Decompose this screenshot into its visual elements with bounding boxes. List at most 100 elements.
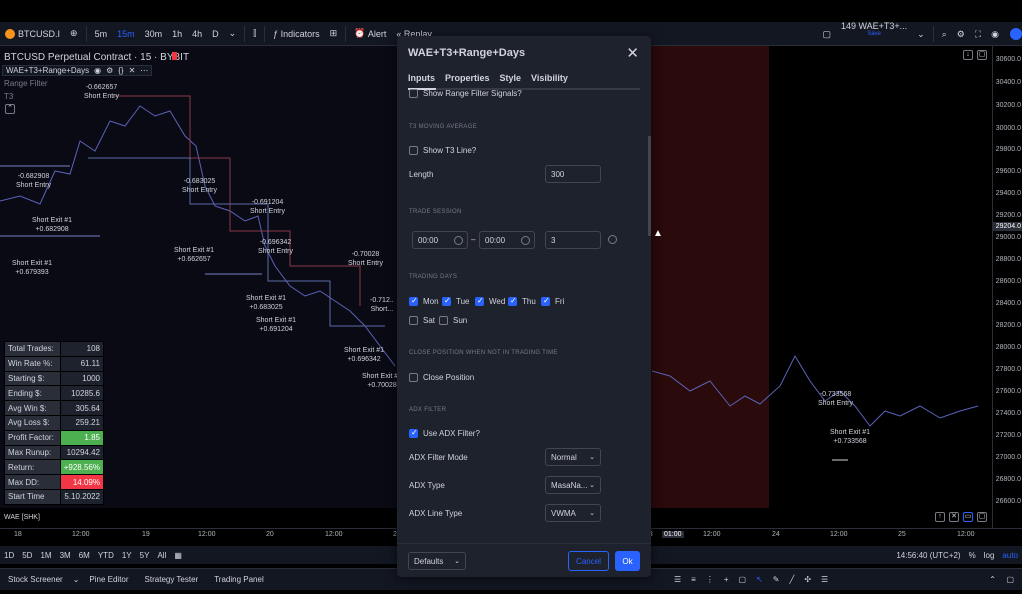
adx-type-select[interactable]: MasaNa... ⌄	[545, 476, 601, 494]
collapse-icon[interactable]: ⌃	[5, 104, 15, 114]
stat-key: Return:	[4, 459, 61, 476]
tab-strategy-tester[interactable]: Strategy Tester	[137, 575, 207, 584]
templates-icon[interactable]: ⊞	[325, 22, 343, 46]
day-checkbox-wed[interactable]	[475, 296, 484, 306]
pattern-icon[interactable]: ⋮	[704, 575, 716, 584]
range-button[interactable]: 5Y	[136, 551, 154, 560]
source-code-icon[interactable]: {}	[118, 66, 123, 75]
range-button[interactable]: All	[153, 551, 170, 560]
tab-style[interactable]: Style	[500, 73, 522, 83]
more-icon[interactable]: ⋯	[140, 66, 148, 75]
ok-button[interactable]: Ok	[615, 551, 640, 571]
day-checkbox-sat[interactable]	[409, 316, 418, 325]
bitcoin-icon	[5, 28, 15, 39]
restore-icon[interactable]: ▢	[977, 50, 987, 60]
chart-type-icon[interactable]: ⫿	[248, 22, 261, 46]
chevron-down-icon[interactable]: ⌄	[912, 22, 930, 46]
close-position-checkbox[interactable]	[409, 373, 418, 382]
chevron-down-icon[interactable]: ⌄	[71, 575, 82, 584]
range-button[interactable]: 1D	[0, 551, 18, 560]
price-axis[interactable]: 30600.0 30400.0 30200.0 30000.0 29800.0 29600…	[992, 46, 1022, 528]
tab-pine-editor[interactable]: Pine Editor	[81, 575, 136, 584]
arrow-up-icon[interactable]: ↑	[935, 512, 945, 522]
session-end-input[interactable]: 00:00	[479, 231, 535, 249]
camera-icon[interactable]: ◉	[986, 22, 1004, 46]
pen-icon[interactable]: ✎	[771, 575, 782, 584]
line-icon[interactable]: ╱	[787, 575, 796, 584]
chevron-down-icon[interactable]: ⌄	[224, 22, 242, 46]
close-icon[interactable]: ✕	[626, 44, 639, 62]
use-adx-checkbox[interactable]	[409, 428, 418, 438]
maximize-icon[interactable]: ▭	[963, 512, 973, 522]
fullscreen-icon[interactable]: ⛶	[970, 22, 986, 46]
show-range-filter-checkbox[interactable]	[409, 89, 418, 98]
interval-15m[interactable]: 15m	[112, 22, 140, 46]
tab-properties[interactable]: Properties	[445, 73, 490, 83]
add-symbol-icon[interactable]: ⊕	[65, 22, 83, 46]
interval-4h[interactable]: 4h	[187, 22, 207, 46]
publish-button[interactable]	[1010, 28, 1022, 40]
log-toggle[interactable]: log	[980, 551, 999, 560]
tab-visibility[interactable]: Visibility	[531, 73, 568, 83]
day-checkbox-tue[interactable]	[442, 296, 451, 306]
clock-icon[interactable]	[521, 236, 530, 245]
range-button[interactable]: 5D	[18, 551, 36, 560]
adx-line-select[interactable]: VWMA ⌄	[545, 504, 601, 522]
clock-icon[interactable]	[454, 236, 463, 245]
tab-stock-screener[interactable]: Stock Screener	[0, 575, 71, 584]
chevron-down-icon[interactable]: ↓	[963, 50, 973, 60]
rectangle-icon[interactable]: ▢	[737, 575, 749, 584]
symbol-search[interactable]: BTCUSD.I	[0, 22, 65, 46]
restore-icon[interactable]: ▢	[977, 512, 987, 522]
info-icon[interactable]	[608, 235, 617, 244]
adx-mode-select[interactable]: Normal ⌄	[545, 448, 601, 466]
indicator-legend[interactable]: WAE+T3+Range+Days ◉ ⚙ {} ✕ ⋯	[2, 65, 153, 76]
day-checkbox-fri[interactable]	[541, 296, 550, 306]
layout-icon[interactable]: ▢	[817, 22, 836, 46]
interval-d[interactable]: D	[207, 22, 224, 46]
lines-icon[interactable]: ☰	[819, 575, 830, 584]
tab-inputs[interactable]: Inputs	[408, 73, 435, 83]
close-icon[interactable]: ✕	[129, 66, 136, 75]
interval-5m[interactable]: 5m	[90, 22, 113, 46]
gear-icon[interactable]: ⚙	[952, 22, 970, 46]
price-tick-label: 26600.0	[995, 498, 1021, 505]
search-icon[interactable]: ⌕	[937, 22, 952, 46]
crosshair-icon[interactable]: +	[722, 575, 731, 584]
range-button[interactable]: 6M	[75, 551, 94, 560]
range-button[interactable]: 3M	[56, 551, 75, 560]
session-number-input[interactable]: 3	[545, 231, 601, 249]
range-button[interactable]: 1M	[36, 551, 55, 560]
day-checkbox-thu[interactable]	[508, 296, 517, 306]
fib-icon[interactable]: ≡	[689, 575, 698, 584]
layout-name-button[interactable]: 149 WAE+T3+... Save	[836, 22, 912, 46]
interval-30m[interactable]: 30m	[140, 22, 168, 46]
session-start-input[interactable]: 00:00	[412, 231, 468, 249]
percent-toggle[interactable]: %	[965, 551, 980, 560]
measure-icon[interactable]: ✣	[802, 575, 813, 584]
price-tick-label: 29400.0	[995, 190, 1021, 197]
settings-icon[interactable]: ⚙	[106, 66, 113, 75]
range-button[interactable]: YTD	[94, 551, 118, 560]
day-checkbox-mon[interactable]	[409, 296, 418, 306]
day-checkbox-sun[interactable]	[439, 316, 448, 325]
range-button[interactable]: 1Y	[118, 551, 136, 560]
tab-trading-panel[interactable]: Trading Panel	[206, 575, 272, 584]
clock-readout[interactable]: 14:56:40 (UTC+2)	[892, 551, 964, 560]
length-input[interactable]: 300	[545, 165, 601, 183]
auto-toggle[interactable]: auto	[998, 551, 1022, 560]
show-t3-checkbox[interactable]	[409, 146, 418, 155]
trendline-icon[interactable]: ☰	[672, 575, 683, 584]
indicators-button[interactable]: ƒ Indicators	[268, 22, 325, 46]
defaults-button[interactable]: Defaults ⌄	[408, 552, 466, 570]
alert-button[interactable]: ⏰ Alert	[349, 22, 391, 46]
cancel-button[interactable]: Cancel	[568, 551, 609, 571]
maximize-icon[interactable]: ▢	[998, 575, 1022, 584]
close-icon[interactable]: ✕	[949, 512, 959, 522]
cursor-icon[interactable]: ↖	[754, 575, 765, 584]
interval-1h[interactable]: 1h	[167, 22, 187, 46]
calendar-icon[interactable]: ▦	[170, 551, 186, 560]
eye-icon[interactable]: ◉	[94, 66, 101, 75]
dialog-scrollbar[interactable]	[648, 136, 651, 236]
flag-icon[interactable]	[172, 52, 177, 60]
